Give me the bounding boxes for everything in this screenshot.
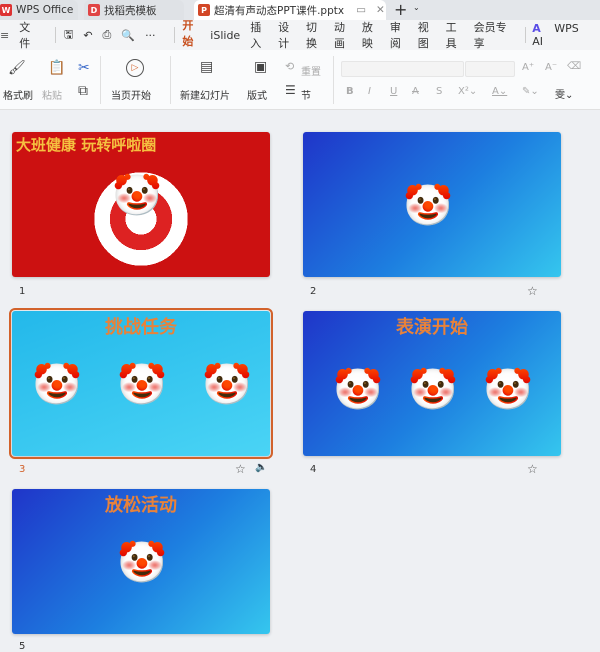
new-slide-button[interactable]: 新建幻灯片 (180, 87, 230, 102)
bold-icon[interactable]: B (346, 86, 354, 97)
menu-transition[interactable]: 切换 (306, 19, 324, 51)
highlight-icon[interactable]: ✎⌄ (522, 86, 539, 97)
close-icon[interactable]: ✕ (376, 4, 385, 16)
clown-image: 🤡 (117, 362, 167, 408)
menu-insert[interactable]: 插入 (250, 19, 268, 51)
slide-number: 2 (310, 286, 317, 297)
tab-pptx[interactable]: P 超清有声动态PPT课件.pptx ▭ ✕ (194, 0, 386, 20)
menu-home[interactable]: 开始 (182, 17, 201, 53)
menu-islide[interactable]: iSlide (210, 29, 240, 42)
clown-image: 🤡 (112, 173, 162, 219)
slide-thumbnail-4[interactable]: 表演开始 🤡 🤡 🤡 (303, 311, 561, 456)
clown-image: 🤡 (32, 362, 82, 408)
layout-button[interactable]: 版式 (247, 87, 267, 102)
decrease-font-icon[interactable]: A⁻ (545, 62, 557, 73)
character-spacing-icon[interactable]: 雯⌄ (555, 86, 573, 101)
menu-review[interactable]: 审阅 (390, 19, 408, 51)
clown-image: 🤡 (202, 362, 252, 408)
clown-image: 🤡 (403, 183, 453, 229)
reset-icon[interactable]: ⟲ (285, 60, 294, 73)
new-tab-icon[interactable]: + (394, 0, 407, 19)
new-slide-icon[interactable]: ▤ (200, 59, 213, 75)
preview-icon[interactable]: 🔍 (121, 29, 135, 42)
slide-number: 5 (19, 641, 26, 652)
menu-bar: ≡ 文件 🖫 ↶ ⎙ 🔍 ··· 开始 iSlide 插入 设计 切换 动画 放… (0, 17, 600, 53)
tab-docer[interactable]: D 找稻壳模板 (84, 0, 184, 20)
menu-view[interactable]: 视图 (418, 19, 436, 51)
menu-tools[interactable]: 工具 (446, 19, 464, 51)
speaker-icon[interactable]: 🔈 (255, 462, 267, 473)
slide-number: 1 (19, 286, 26, 297)
menu-design[interactable]: 设计 (278, 19, 296, 51)
slide-thumbnail-5[interactable]: 放松活动 🤡 (12, 489, 270, 634)
wps-logo-icon: W (0, 4, 12, 16)
menu-animation[interactable]: 动画 (334, 19, 352, 51)
star-icon[interactable]: ☆ (235, 462, 246, 476)
play-from-current-button[interactable]: 当页开始 (111, 87, 151, 102)
hamburger-icon[interactable]: ≡ (0, 29, 9, 42)
font-color-icon[interactable]: A⌄ (492, 86, 507, 97)
window-icon[interactable]: ▭ (356, 4, 366, 16)
tab-wps-office[interactable]: W WPS Office (0, 0, 78, 20)
tab-bar: W WPS Office D 找稻壳模板 P 超清有声动态PPT课件.pptx ▭ ✕ … (0, 0, 600, 20)
paste-icon[interactable]: 📋 (48, 60, 65, 76)
menu-file[interactable]: 文件 (19, 19, 37, 51)
slide-thumbnail-3[interactable]: 挑战任务 🤡 🤡 🤡 (9, 308, 273, 459)
menu-member[interactable]: 会员专享 (474, 19, 510, 51)
save-icon[interactable]: 🖫 (64, 26, 73, 45)
section-button[interactable]: 节 (301, 87, 311, 102)
slide-thumbnail-2[interactable]: 🤡 (303, 132, 561, 277)
copy-icon[interactable]: ⧉ (78, 83, 88, 99)
italic-icon[interactable]: I (368, 86, 371, 97)
slide-number: 3 (19, 464, 26, 475)
clown-image: 🤡 (333, 367, 383, 413)
docer-icon: D (88, 4, 100, 16)
undo-icon[interactable]: ↶ (83, 29, 92, 42)
clown-image: 🤡 (408, 367, 458, 413)
font-size-select[interactable] (465, 61, 515, 77)
shadow-icon[interactable]: S (436, 86, 442, 97)
strikethrough-icon[interactable]: A (412, 86, 419, 97)
slide-thumbnail-1[interactable]: 大班健康 玩转呼啦圈 🤡 (12, 132, 270, 277)
reset-button[interactable]: 重置 (301, 63, 321, 78)
star-icon[interactable]: ☆ (527, 284, 538, 298)
section-icon[interactable]: ☰ (285, 83, 296, 97)
clear-format-icon[interactable]: ⌫ (567, 61, 581, 72)
layout-icon[interactable]: ▣ (254, 59, 267, 75)
paste-button[interactable]: 粘贴 (42, 87, 62, 102)
clown-image: 🤡 (483, 367, 533, 413)
star-icon[interactable]: ☆ (527, 462, 538, 476)
underline-icon[interactable]: U (390, 86, 397, 97)
print-icon[interactable]: ⎙ (103, 28, 112, 42)
ppt-icon: P (198, 4, 210, 16)
play-icon[interactable]: ▷ (126, 59, 144, 77)
slide-number: 4 (310, 464, 317, 475)
more-icon[interactable]: ··· (145, 29, 156, 42)
format-painter-icon[interactable]: 🖌 (8, 60, 26, 76)
format-painter-button[interactable]: 格式刷 (3, 87, 33, 102)
wps-ai-button[interactable]: A WPS AI (532, 22, 590, 48)
cut-icon[interactable]: ✂ (78, 60, 90, 76)
font-family-select[interactable] (341, 61, 464, 77)
superscript-icon[interactable]: X²⌄ (458, 86, 477, 97)
ribbon: 🖌 格式刷 📋 粘贴 ✂ ⧉ ▷ 当页开始 ▤ 新建幻灯片 ▣ 版式 ⟲ 重置 … (0, 50, 600, 110)
increase-font-icon[interactable]: A⁺ (522, 62, 534, 73)
chevron-down-icon[interactable]: ⌄ (413, 3, 420, 12)
clown-image: 🤡 (117, 540, 167, 586)
menu-slideshow[interactable]: 放映 (362, 19, 380, 51)
wps-ai-icon: A (532, 22, 541, 35)
